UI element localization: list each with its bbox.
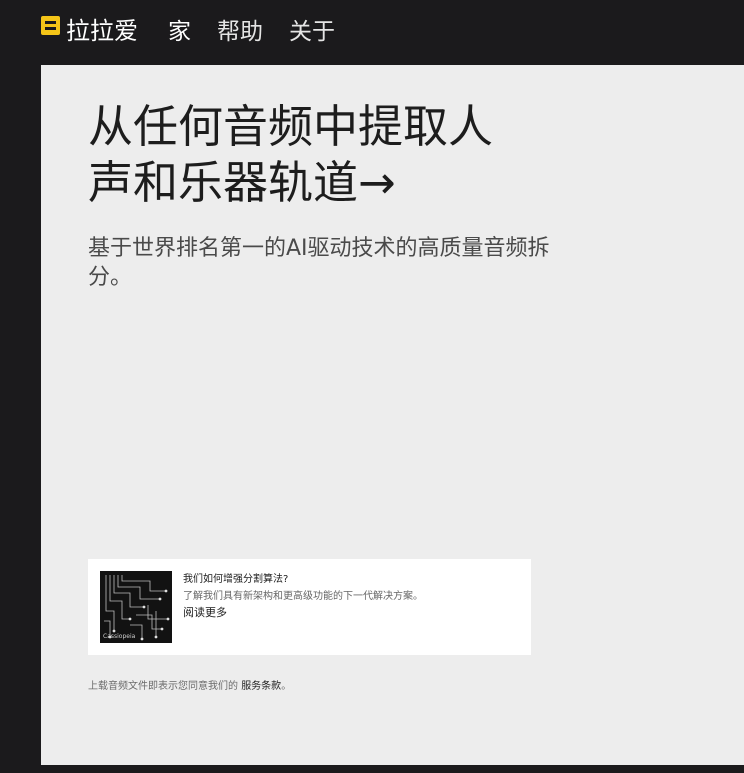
card-title: 我们如何增强分割算法? <box>183 574 289 585</box>
bottom-border <box>0 765 744 773</box>
top-navigation-bar: 拉拉爱 家 帮助 关于 <box>0 0 744 65</box>
terms-notice: 上载音频文件即表示您同意我们的 服务条款。 <box>88 677 291 692</box>
hero-title-line1: 从任何音频中提取人 <box>88 100 494 153</box>
hero-title-line2: 声和乐器轨道→ <box>88 156 396 209</box>
main-panel: 从任何音频中提取人 声和乐器轨道→ 基于世界排名第一的AI驱动技术的高质量音频拆… <box>41 65 744 765</box>
terms-of-service-link[interactable]: 服务条款 <box>241 681 281 692</box>
hero-title[interactable]: 从任何音频中提取人 声和乐器轨道→ <box>88 99 548 211</box>
nav-item-home[interactable]: 家 <box>168 12 191 46</box>
terms-suffix: 。 <box>281 681 292 692</box>
terms-prefix: 上载音频文件即表示您同意我们的 <box>88 681 238 692</box>
hero-subtitle: 基于世界排名第一的AI驱动技术的高质量音频拆分。 <box>88 236 550 290</box>
nav-item-help[interactable]: 帮助 <box>217 12 263 46</box>
thumbnail-label: Cassiopeia <box>103 633 136 640</box>
brand-name: 拉拉爱 <box>66 16 138 45</box>
brand-logo-link[interactable]: 拉拉爱 <box>41 13 138 45</box>
nav-item-about[interactable]: 关于 <box>289 12 335 46</box>
logo-icon <box>41 15 60 35</box>
article-thumbnail: Cassiopeia <box>100 571 172 643</box>
read-more-link[interactable]: 阅读更多 <box>183 604 227 620</box>
article-card[interactable]: Cassiopeia 我们如何增强分割算法? 了解我们具有新架构和更高级功能的下… <box>88 559 531 655</box>
card-description: 了解我们具有新架构和更高级功能的下一代解决方案。 <box>183 591 423 602</box>
main-nav: 家 帮助 关于 <box>168 12 335 46</box>
